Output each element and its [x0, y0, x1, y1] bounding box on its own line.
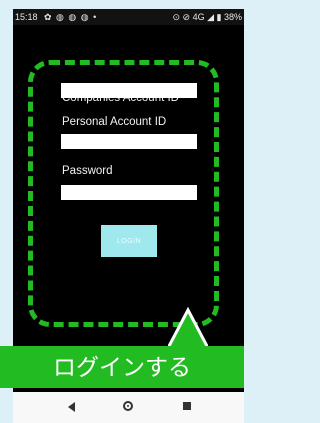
status-time: 15:18: [15, 12, 38, 22]
notification-icons: ✿ ◍ ◍ ◍ •: [44, 12, 98, 22]
personal-account-id-label: Personal Account ID: [62, 116, 167, 128]
system-status-icons: ⊙ ⊘ 4G ◢ ▮ 38%: [172, 12, 242, 22]
password-input[interactable]: [61, 185, 197, 200]
home-icon[interactable]: [123, 401, 133, 411]
recent-apps-icon[interactable]: [183, 402, 191, 410]
navigation-bar: [13, 392, 244, 423]
login-button[interactable]: LOGIN: [101, 225, 157, 257]
companies-account-id-input[interactable]: [61, 83, 197, 98]
status-bar: 15:18 ✿ ◍ ◍ ◍ • ⊙ ⊘ 4G ◢ ▮ 38%: [13, 9, 244, 25]
personal-account-id-input[interactable]: [61, 134, 197, 149]
password-label: Password: [62, 165, 113, 177]
login-callout: ログインする: [0, 346, 244, 388]
back-icon[interactable]: [68, 402, 75, 412]
callout-pointer: [168, 306, 208, 348]
